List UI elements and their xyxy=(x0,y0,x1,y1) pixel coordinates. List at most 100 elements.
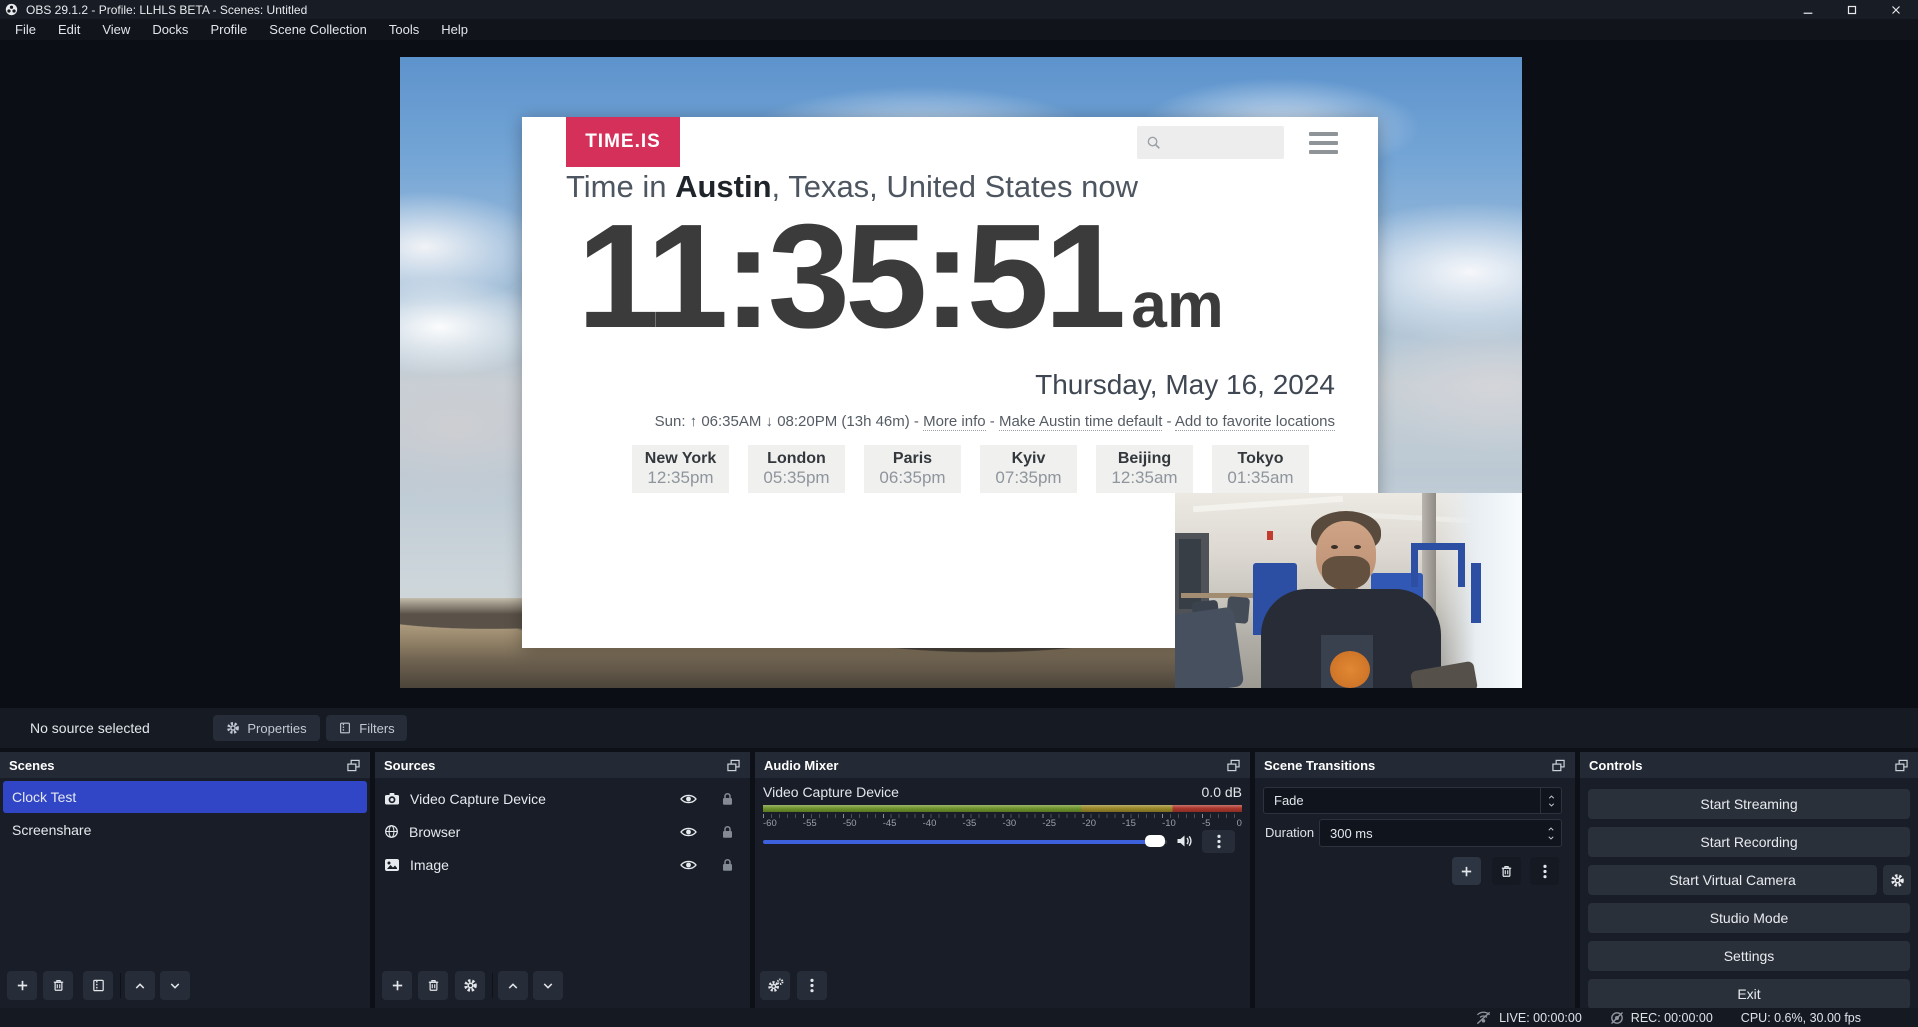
city-new-york: New York12:35pm xyxy=(632,445,729,493)
exit-button[interactable]: Exit xyxy=(1588,979,1910,1009)
gear-icon xyxy=(226,721,240,735)
properties-button[interactable]: Properties xyxy=(213,715,320,741)
timeis-search-box xyxy=(1137,126,1284,159)
dock-area: Scenes Clock Test Screenshare Sources xyxy=(0,752,1918,1008)
menu-tools[interactable]: Tools xyxy=(378,22,430,37)
popout-icon xyxy=(1226,759,1241,772)
start-streaming-button[interactable]: Start Streaming xyxy=(1588,789,1910,819)
timeis-sun-line: Sun: ↑ 06:35AM ↓ 08:20PM (13h 46m) - Mor… xyxy=(655,413,1335,430)
program-canvas[interactable]: TIME.IS Time in Austin, Texas, United St… xyxy=(400,57,1522,688)
source-row-browser[interactable]: Browser xyxy=(375,815,750,848)
make-default-link: Make Austin time default xyxy=(999,413,1162,431)
minimize-button[interactable] xyxy=(1786,0,1830,19)
menu-file[interactable]: File xyxy=(4,22,47,37)
person-beard xyxy=(1322,556,1370,590)
chevron-down-icon xyxy=(1546,835,1556,841)
live-status: LIVE: 00:00:00 xyxy=(1475,1011,1582,1025)
remove-scene-button[interactable] xyxy=(43,971,73,1000)
audio-mixer-header[interactable]: Audio Mixer xyxy=(755,752,1250,778)
source-row-image[interactable]: Image xyxy=(375,848,750,881)
scene-item-screenshare[interactable]: Screenshare xyxy=(3,814,367,846)
studio-mode-button[interactable]: Studio Mode xyxy=(1588,903,1910,933)
lock-icon[interactable] xyxy=(721,825,734,839)
visibility-eye-icon[interactable] xyxy=(679,793,698,805)
toolbar-separator xyxy=(492,973,493,998)
lock-icon[interactable] xyxy=(721,858,734,872)
transition-properties-button[interactable] xyxy=(1530,857,1559,885)
scene-filters-button[interactable] xyxy=(83,971,113,1000)
close-button[interactable] xyxy=(1874,0,1918,19)
maximize-button[interactable] xyxy=(1830,0,1874,19)
city-kyiv: Kyiv07:35pm xyxy=(980,445,1077,493)
filters-button[interactable]: Filters xyxy=(326,715,407,741)
remove-transition-button[interactable] xyxy=(1492,857,1521,885)
fire-alarm xyxy=(1267,531,1273,540)
blue-partition xyxy=(1471,563,1481,623)
city-beijing: Beijing12:35am xyxy=(1096,445,1193,493)
no-source-selected-label: No source selected xyxy=(30,708,150,748)
remove-source-button[interactable] xyxy=(418,971,448,1000)
move-scene-up-button[interactable] xyxy=(125,971,155,1000)
visibility-eye-icon[interactable] xyxy=(679,826,698,838)
menu-scene-collection[interactable]: Scene Collection xyxy=(258,22,378,37)
blue-archway xyxy=(1411,543,1465,587)
transition-select-arrows[interactable] xyxy=(1540,788,1561,813)
sources-panel-header[interactable]: Sources xyxy=(375,752,750,778)
timeis-date: Thursday, May 16, 2024 xyxy=(1035,369,1335,401)
trash-icon xyxy=(51,978,66,993)
scene-transitions-header[interactable]: Scene Transitions xyxy=(1255,752,1575,778)
image-icon xyxy=(384,858,400,872)
source-row-video-capture[interactable]: Video Capture Device xyxy=(375,782,750,815)
volume-meter xyxy=(763,805,1242,812)
mixer-channel-name: Video Capture Device xyxy=(763,784,899,800)
advanced-audio-properties-button[interactable] xyxy=(760,971,790,1000)
start-virtual-camera-button[interactable]: Start Virtual Camera xyxy=(1588,865,1877,895)
globe-icon xyxy=(384,824,399,839)
menu-view[interactable]: View xyxy=(91,22,141,37)
volume-slider-handle[interactable] xyxy=(1145,835,1165,847)
popout-icon xyxy=(726,759,741,772)
menu-edit[interactable]: Edit xyxy=(47,22,91,37)
move-source-up-button[interactable] xyxy=(498,971,528,1000)
controls-panel-header[interactable]: Controls xyxy=(1580,752,1918,778)
sun-separator: - xyxy=(986,413,999,430)
menu-docks[interactable]: Docks xyxy=(141,22,199,37)
clock-time: 11:35:51 xyxy=(577,194,1121,359)
popout-icon xyxy=(346,759,361,772)
chevron-up-icon xyxy=(1546,826,1556,832)
mixer-channel-menu-button[interactable] xyxy=(1202,830,1235,853)
duration-spin-arrows[interactable] xyxy=(1546,820,1556,846)
cpu-fps-stats: CPU: 0.6%, 30.00 fps xyxy=(1741,1011,1861,1025)
stream-inactive-icon xyxy=(1475,1011,1492,1025)
sources-panel: Sources Video Capture Device Browser xyxy=(375,752,750,1008)
add-transition-button[interactable] xyxy=(1452,857,1481,885)
hamburger-menu-icon xyxy=(1309,132,1338,159)
minimize-icon xyxy=(1801,3,1815,17)
duration-input[interactable]: 300 ms xyxy=(1319,819,1562,847)
clock-meridiem: am xyxy=(1131,269,1224,341)
lock-icon[interactable] xyxy=(721,792,734,806)
virtual-camera-settings-button[interactable] xyxy=(1883,865,1911,895)
add-scene-button[interactable] xyxy=(7,971,37,1000)
double-gear-icon xyxy=(767,978,784,993)
menu-help[interactable]: Help xyxy=(430,22,479,37)
start-recording-button[interactable]: Start Recording xyxy=(1588,827,1910,857)
settings-button[interactable]: Settings xyxy=(1588,941,1910,971)
move-scene-down-button[interactable] xyxy=(160,971,190,1000)
menu-profile[interactable]: Profile xyxy=(199,22,258,37)
add-source-button[interactable] xyxy=(382,971,412,1000)
transition-select[interactable]: Fade xyxy=(1263,787,1562,814)
mixer-menu-button[interactable] xyxy=(797,971,827,1000)
volume-slider-track[interactable] xyxy=(763,840,1167,844)
source-properties-button[interactable] xyxy=(455,971,485,1000)
speaker-icon[interactable] xyxy=(1176,834,1193,848)
menubar: File Edit View Docks Profile Scene Colle… xyxy=(0,19,1918,40)
controls-panel: Controls Start Streaming Start Recording… xyxy=(1580,752,1918,1008)
visibility-eye-icon[interactable] xyxy=(679,859,698,871)
titlebar[interactable]: OBS 29.1.2 - Profile: LLHLS BETA - Scene… xyxy=(0,0,1918,19)
scene-item-clock-test[interactable]: Clock Test xyxy=(3,781,367,813)
chair-back xyxy=(1175,607,1244,688)
scenes-panel-header[interactable]: Scenes xyxy=(0,752,370,778)
move-source-down-button[interactable] xyxy=(533,971,563,1000)
duration-label: Duration xyxy=(1265,819,1314,847)
